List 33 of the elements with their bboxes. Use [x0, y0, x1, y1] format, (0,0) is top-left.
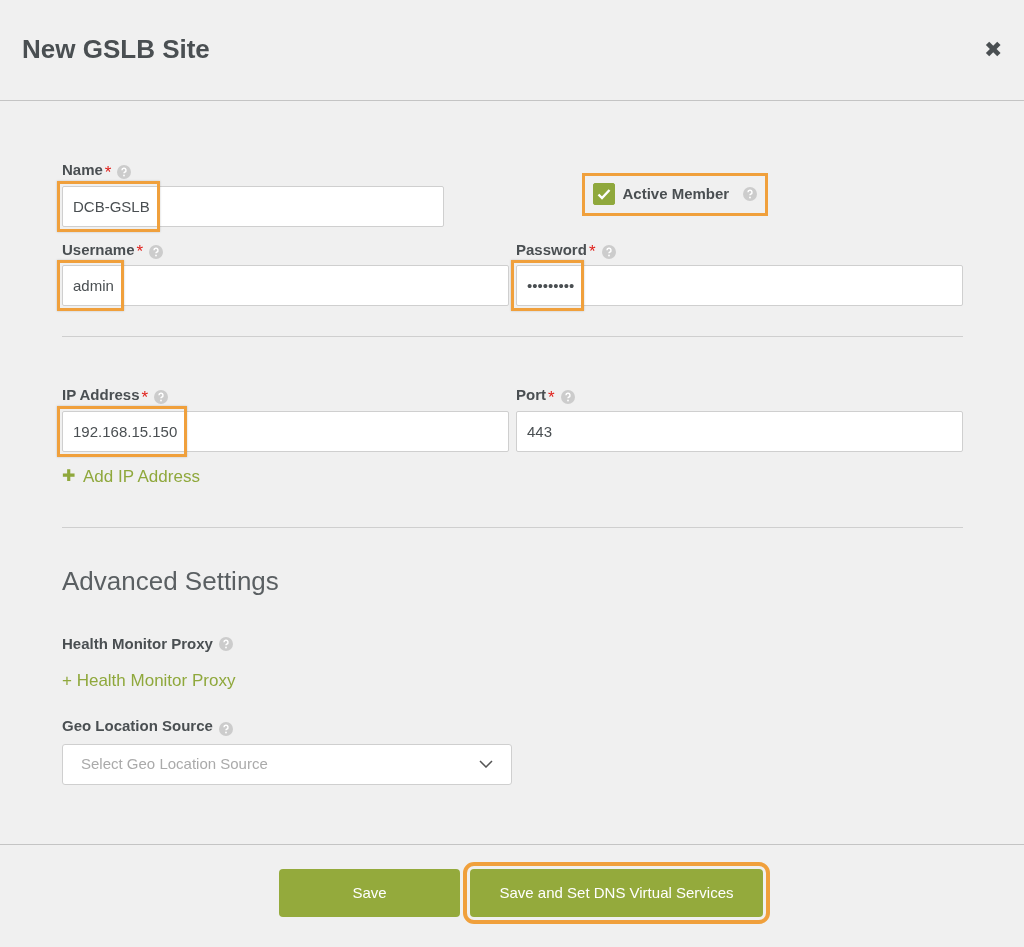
help-icon	[743, 187, 758, 202]
field-label: Name	[62, 160, 103, 180]
help-icon	[601, 244, 616, 259]
close-button[interactable]: ✖	[984, 39, 1002, 61]
field-label: IP Address	[62, 385, 140, 405]
check-icon	[596, 188, 611, 201]
field-label: Username	[62, 239, 135, 260]
input-field[interactable]: 192.168.15.150	[62, 410, 509, 452]
checkbox-label: Active Member	[622, 184, 730, 204]
input-field[interactable]: DCB-GSLB	[62, 185, 444, 227]
input-field[interactable]: •••••••••	[516, 265, 963, 306]
required-asterisk: *	[136, 241, 144, 263]
help-icon	[218, 637, 233, 652]
plus-icon: ✚	[62, 464, 75, 489]
input-field[interactable]: admin	[62, 265, 509, 306]
checkbox[interactable]	[592, 183, 615, 206]
required-asterisk: *	[141, 386, 149, 409]
required-asterisk: *	[588, 241, 596, 263]
help-icon	[560, 390, 575, 405]
input-field[interactable]: 443	[516, 410, 963, 452]
field-label: Geo Location Source	[62, 716, 213, 737]
chevron-down-icon	[479, 760, 493, 769]
help-icon	[149, 244, 164, 259]
field-label: Password	[516, 239, 587, 260]
dialog-title: New GSLB Site	[22, 34, 210, 66]
field-label: Port	[516, 385, 546, 405]
section-heading: Advanced Settings	[62, 566, 280, 598]
help-icon	[218, 722, 233, 737]
field-label: Health Monitor Proxy	[62, 634, 213, 655]
required-asterisk: *	[548, 386, 555, 409]
required-asterisk: *	[104, 161, 112, 184]
help-icon	[117, 165, 132, 180]
help-icon	[154, 390, 169, 405]
